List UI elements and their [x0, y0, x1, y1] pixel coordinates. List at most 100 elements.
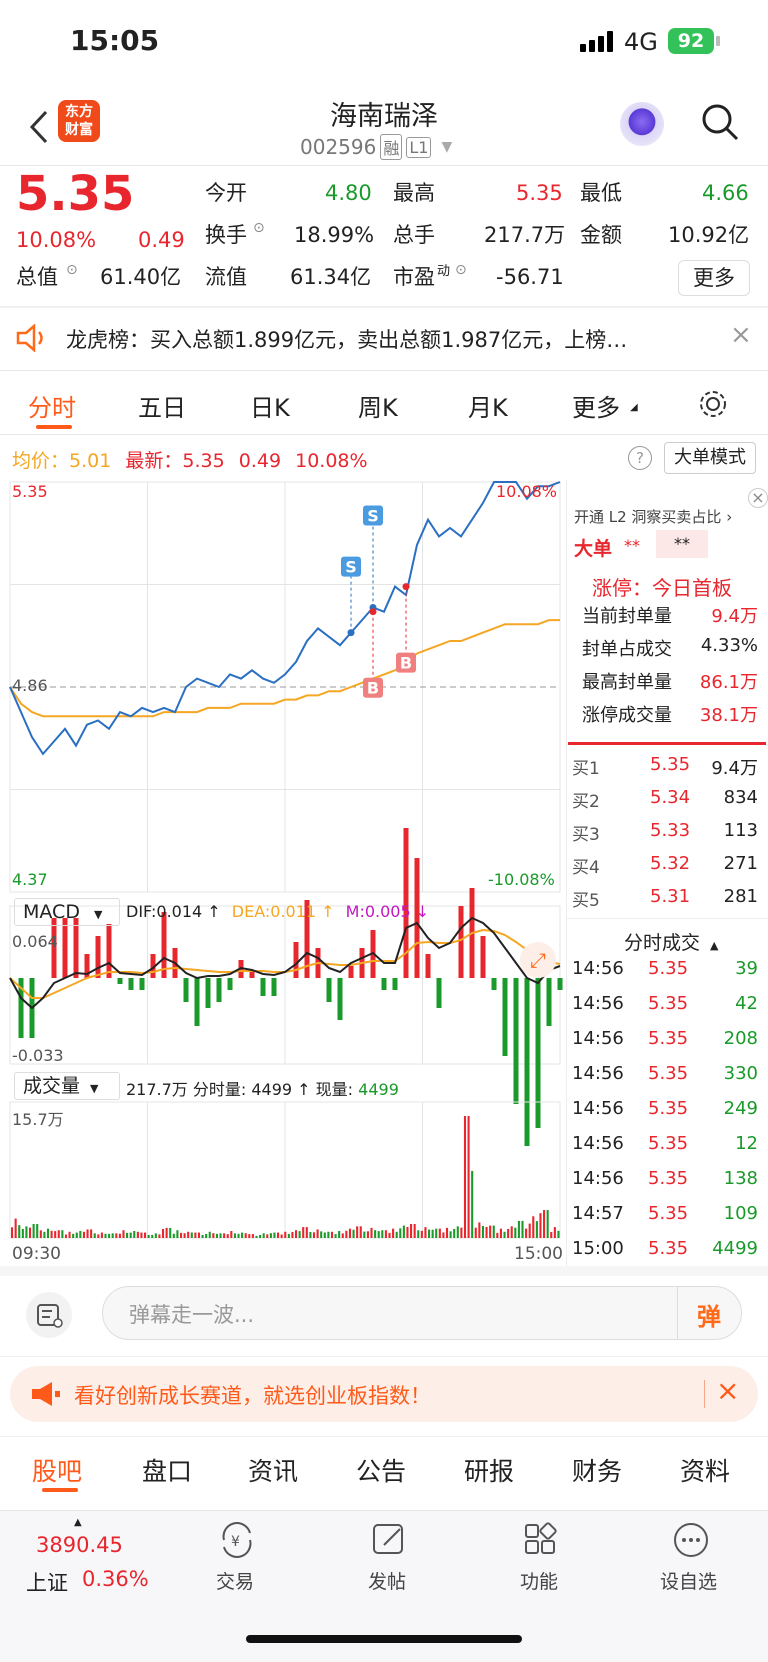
volume-bar: [208, 1231, 211, 1238]
tab-forum[interactable]: 股吧: [32, 1452, 82, 1488]
volume-bar: [327, 1231, 330, 1238]
tab-announce[interactable]: 公告: [356, 1452, 406, 1488]
robot-avatar-icon[interactable]: [620, 102, 664, 146]
dock-function-label[interactable]: 功能: [520, 1567, 558, 1594]
tab-finance[interactable]: 财务: [572, 1452, 622, 1488]
function-icon[interactable]: [522, 1521, 560, 1559]
volume-bar: [517, 1220, 520, 1238]
notice-bar[interactable]: 龙虎榜：买入总额1.899亿元，卖出总额1.987亿元，上榜… ×: [0, 308, 768, 368]
macd-info: DIF:0.014 ↑ DEA:0.011 ↑ M:0.005 ↓: [126, 902, 430, 921]
tick-price: 5.35: [648, 1238, 689, 1259]
volume-selector[interactable]: 成交量 ▼: [14, 1072, 120, 1100]
volume-bar: [359, 1226, 362, 1238]
danmu-list-icon[interactable]: [26, 1292, 72, 1338]
tab-profile[interactable]: 资料: [680, 1452, 730, 1488]
volume-bar: [305, 1227, 308, 1238]
volume-bar: [197, 1232, 201, 1238]
more-button[interactable]: 更多: [678, 260, 750, 296]
ad-banner[interactable]: 看好创新成长赛道，就选创业板指数！ ×: [10, 1366, 758, 1422]
dock-post-label[interactable]: 发帖: [368, 1567, 406, 1594]
index-pct[interactable]: 0.36%: [82, 1567, 149, 1591]
intraday-chart[interactable]: S S B B: [0, 478, 566, 1258]
volume-bar: [140, 1232, 143, 1238]
trade-marker-dot: [347, 629, 355, 637]
l2-link[interactable]: 开通 L2 洞察买卖占比 ›: [574, 506, 732, 527]
volume-bar: [341, 1233, 344, 1238]
big-order-mode-button[interactable]: 大单模式: [664, 442, 756, 474]
volume-bar: [456, 1226, 459, 1238]
ad-close-icon[interactable]: ×: [716, 1374, 739, 1407]
index-value[interactable]: 3890.45: [36, 1533, 123, 1557]
info-icon[interactable]: ⊙: [253, 220, 265, 236]
volume-bar: [115, 1233, 118, 1238]
tick-time: 14:56: [572, 1098, 624, 1119]
tab-five-day[interactable]: 五日: [138, 388, 186, 423]
volume-bar: [269, 1233, 272, 1238]
y-top-left: 5.35: [12, 482, 48, 501]
ticks-title[interactable]: 分时成交 ▲: [624, 928, 718, 955]
tab-week-k[interactable]: 周K: [358, 388, 398, 423]
bid-label: 买3: [572, 825, 600, 845]
tab-more[interactable]: 更多: [572, 388, 620, 423]
close-icon[interactable]: ×: [730, 320, 752, 350]
tick-volume: 330: [723, 1063, 758, 1084]
tab-day-k[interactable]: 日K: [250, 388, 290, 423]
tick-price: 5.35: [648, 1133, 689, 1154]
tab-intraday[interactable]: 分时: [28, 388, 76, 423]
tick-time: 14:56: [572, 1133, 624, 1154]
danmu-send-button[interactable]: 弹: [697, 1297, 721, 1332]
tab-handicap[interactable]: 盘口: [142, 1452, 192, 1488]
macd-selector[interactable]: MACD ▼: [14, 898, 120, 926]
volume-bar: [93, 1233, 96, 1238]
expand-icon[interactable]: ⤢: [520, 942, 556, 978]
volume-bar: [212, 1233, 215, 1238]
volume-bar: [377, 1231, 380, 1238]
info-icon[interactable]: ⊙: [66, 262, 78, 278]
panel-close-icon[interactable]: ×: [748, 488, 768, 508]
search-icon[interactable]: [700, 102, 740, 142]
index-name[interactable]: 上证: [26, 1567, 68, 1597]
post-icon[interactable]: [370, 1521, 408, 1559]
tick-price: 5.35: [648, 958, 689, 979]
add-watchlist-icon[interactable]: [672, 1521, 710, 1559]
volume-bar: [363, 1231, 366, 1238]
volume-bar: [521, 1220, 524, 1238]
trade-icon[interactable]: ¥: [218, 1521, 256, 1559]
volume-bar: [442, 1232, 445, 1238]
volume-bar: [28, 1227, 32, 1238]
volume-bar: [169, 1227, 172, 1238]
volume-bar: [481, 1225, 485, 1238]
volume-bar: [262, 1233, 265, 1238]
dock-trade-label[interactable]: 交易: [216, 1567, 254, 1594]
tab-research[interactable]: 研报: [464, 1452, 514, 1488]
dock-watchlist-label[interactable]: 设自选: [660, 1567, 717, 1594]
volume-bar: [190, 1232, 193, 1238]
volume-bar: [151, 1234, 154, 1238]
danmu-input[interactable]: 弹幕走一波... 弹: [102, 1286, 742, 1340]
stock-code-row: 002596 融 L1 ▼: [300, 134, 452, 160]
label-low: 最低: [580, 181, 622, 205]
volume-bar: [277, 1232, 280, 1238]
volume-bar: [266, 1234, 269, 1238]
volume-bar: [499, 1228, 502, 1238]
info-icon[interactable]: ⊙: [455, 262, 467, 278]
settings-icon[interactable]: [697, 388, 729, 420]
tab-news[interactable]: 资讯: [248, 1452, 298, 1488]
volume-bar: [111, 1233, 114, 1238]
volume-bar: [535, 1221, 538, 1238]
volume-bar: [463, 1116, 467, 1238]
tick-volume: 138: [723, 1168, 758, 1189]
volume-bar: [158, 1234, 161, 1238]
help-icon[interactable]: ?: [628, 446, 652, 470]
tab-month-k[interactable]: 月K: [468, 388, 508, 423]
volume-bar: [122, 1230, 125, 1238]
bid-label: 买1: [572, 759, 600, 779]
volume-bar: [532, 1216, 535, 1238]
volume-bar: [57, 1230, 60, 1238]
volume-bar: [291, 1231, 294, 1238]
tab-more-arrow-icon: ◢: [630, 402, 638, 413]
volume-bar: [251, 1234, 254, 1238]
dropdown-icon[interactable]: ▼: [441, 139, 452, 155]
tick-price: 5.35: [648, 1028, 689, 1049]
volume-bar: [546, 1210, 549, 1238]
